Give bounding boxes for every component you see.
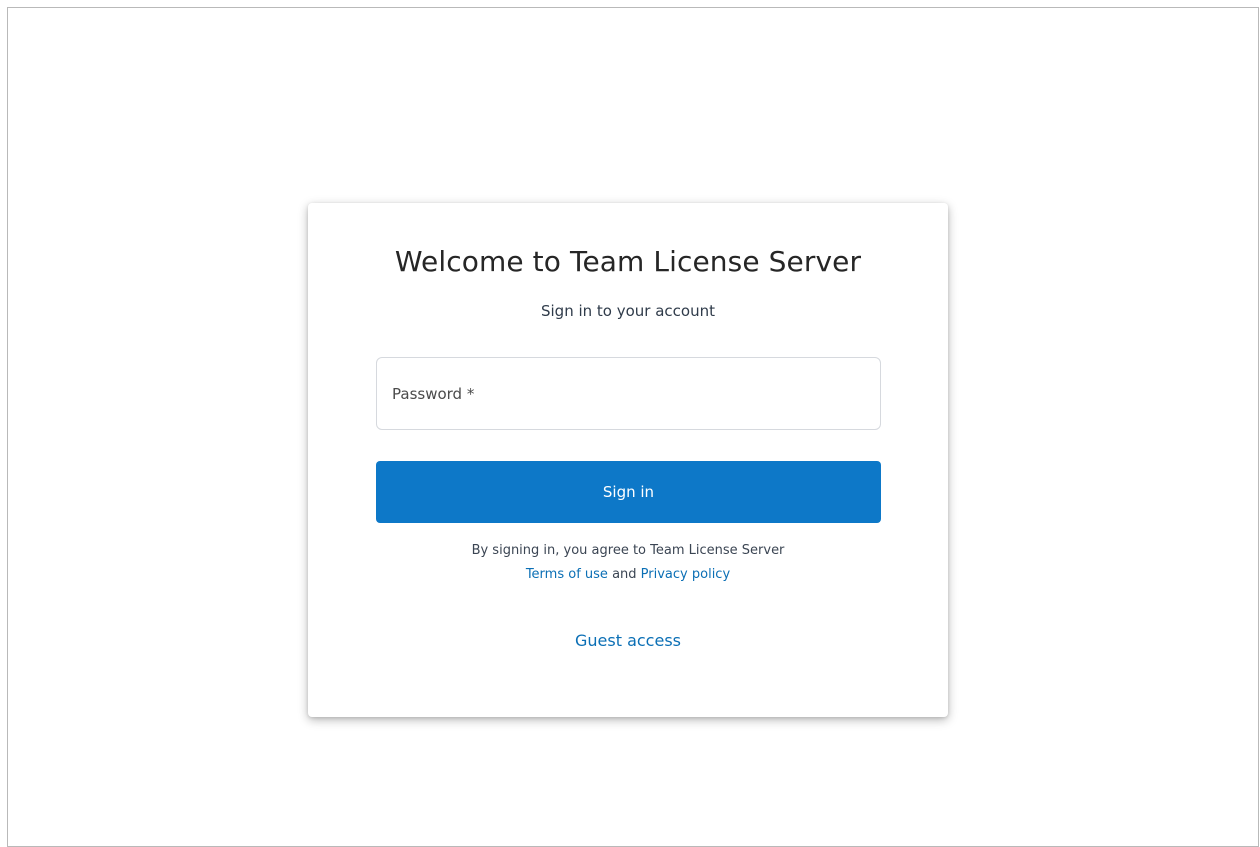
privacy-policy-link[interactable]: Privacy policy bbox=[641, 567, 730, 582]
password-input[interactable] bbox=[377, 358, 880, 429]
agreement-text-block: By signing in, you agree to Team License… bbox=[308, 539, 948, 587]
agreement-links-line: Terms of use and Privacy policy bbox=[308, 563, 948, 587]
page-subtitle: Sign in to your account bbox=[540, 302, 715, 320]
and-text: and bbox=[612, 567, 637, 582]
page-title: Welcome to Team License Server bbox=[394, 245, 862, 278]
sign-in-button[interactable]: Sign in bbox=[376, 461, 881, 523]
terms-of-use-link[interactable]: Terms of use bbox=[526, 567, 608, 582]
login-card: Welcome to Team License Server Sign in t… bbox=[308, 203, 948, 717]
password-field bbox=[376, 357, 881, 430]
agreement-text: By signing in, you agree to Team License… bbox=[471, 543, 785, 558]
guest-access-link[interactable]: Guest access bbox=[308, 631, 948, 650]
